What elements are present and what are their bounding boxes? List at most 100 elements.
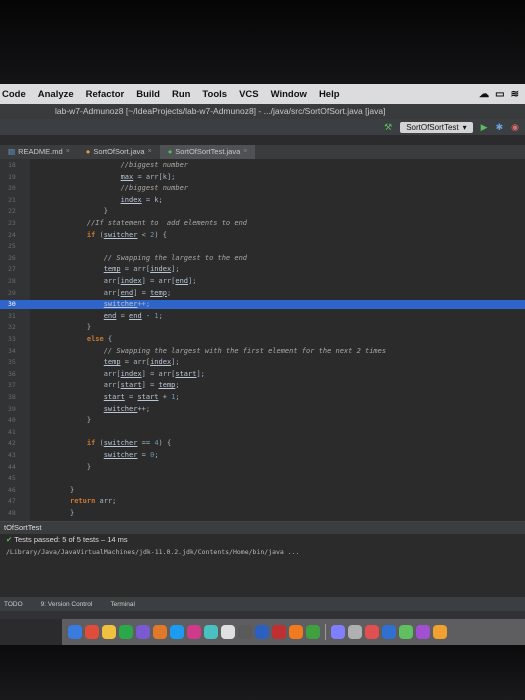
code-text: switcher = 0;: [103, 451, 159, 459]
dock-app-icon[interactable]: [170, 625, 184, 639]
close-icon[interactable]: ×: [243, 145, 247, 159]
java-class-icon: ●: [167, 147, 173, 156]
terminal-button[interactable]: Terminal: [110, 601, 135, 608]
code-line[interactable]: 25: [0, 242, 525, 251]
dock-app-icon[interactable]: [306, 625, 320, 639]
dock-app-icon[interactable]: [255, 625, 269, 639]
run-toolbar: ⚒ SortOfSortTest ▾ ▶ ✱ ◉: [0, 119, 525, 135]
hammer-icon[interactable]: ⚒: [384, 122, 392, 133]
dock-app-icon[interactable]: [365, 625, 379, 639]
dock-app-icon[interactable]: [68, 625, 82, 639]
dock-app-icon[interactable]: [238, 625, 252, 639]
dock-app-icon[interactable]: [399, 625, 413, 639]
code-line[interactable]: 35 temp = arr[index];: [0, 358, 525, 367]
status-bar-secondary: [0, 611, 525, 619]
tab-sortofsort[interactable]: ● SortOfSort.java ×: [78, 145, 160, 159]
dock-app-icon[interactable]: [416, 625, 430, 639]
code-line[interactable]: 38 start = start + 1;: [0, 393, 525, 402]
code-line[interactable]: 20 //biggest number: [0, 184, 525, 193]
line-number: 45: [8, 474, 16, 483]
code-text: }: [70, 416, 92, 425]
code-line[interactable]: 37 arr[start] = temp;: [0, 381, 525, 390]
menu-item[interactable]: Refactor: [86, 89, 125, 100]
code-line[interactable]: 33 else {: [0, 335, 525, 344]
menu-item[interactable]: Build: [136, 89, 160, 100]
dock-app-icon[interactable]: [85, 625, 99, 639]
code-line[interactable]: 40 }: [0, 416, 525, 425]
code-text: arr[start] = temp;: [70, 381, 180, 390]
menu-item[interactable]: Code: [2, 89, 26, 100]
code-line[interactable]: 47 return arr;: [0, 497, 525, 506]
menu-item[interactable]: VCS: [239, 89, 259, 100]
code-line[interactable]: 28 arr[index] = arr[end];: [0, 277, 525, 286]
menu-item[interactable]: Tools: [202, 89, 227, 100]
code-line[interactable]: 48}: [0, 509, 525, 518]
vcs-button[interactable]: 9: Version Control: [41, 601, 93, 608]
dock-app-icon[interactable]: [204, 625, 218, 639]
menu-item[interactable]: Help: [319, 89, 340, 100]
code-line[interactable]: 21 index = k;: [0, 196, 525, 205]
run-icon[interactable]: ▶: [481, 122, 488, 133]
display-icon[interactable]: ▭: [495, 89, 504, 100]
code-editor[interactable]: 18 //biggest number 19 max = arr[k]; 20 //…: [0, 159, 525, 521]
dock-app-icon[interactable]: [433, 625, 447, 639]
tab-sortofsorttest[interactable]: ● SortOfSortTest.java ×: [159, 145, 256, 159]
line-number: 48: [8, 509, 16, 517]
dock-app-icon[interactable]: [272, 625, 286, 639]
code-line[interactable]: 43 switcher = 0;: [0, 451, 525, 460]
menu-item[interactable]: Window: [271, 89, 307, 100]
code-line[interactable]: 23 //If statement to add elements to end: [0, 219, 525, 228]
line-number: 21: [8, 195, 16, 204]
code-line[interactable]: 18 //biggest number: [0, 161, 525, 170]
dock-app-icon[interactable]: [221, 625, 235, 639]
debug-icon[interactable]: ✱: [496, 122, 504, 133]
code-line[interactable]: 30 switcher++;: [0, 300, 525, 310]
code-text: arr[index] = arr[start];: [70, 369, 205, 378]
window-title: lab-w7-Admunoz8 [~/IdeaProjects/lab-w7-A…: [0, 104, 525, 119]
tab-readme[interactable]: ▤ README.md ×: [0, 145, 78, 159]
close-icon[interactable]: ×: [66, 145, 70, 159]
code-line[interactable]: 36 arr[index] = arr[start];: [0, 370, 525, 379]
dock-app-icon[interactable]: [382, 625, 396, 639]
todo-button[interactable]: TODO: [4, 601, 23, 608]
code-line[interactable]: 22 }: [0, 207, 525, 216]
code-line[interactable]: 42 if (switcher == 4) {: [0, 439, 525, 448]
line-number: 20: [8, 184, 16, 193]
close-icon[interactable]: ×: [148, 145, 152, 159]
wifi-icon[interactable]: ≋: [511, 89, 519, 100]
dock-app-icon[interactable]: [331, 625, 345, 639]
code-line[interactable]: 46}: [0, 486, 525, 495]
dock-app-icon[interactable]: [289, 625, 303, 639]
cloud-icon[interactable]: ☁: [479, 89, 489, 100]
run-panel-title[interactable]: tOfSortTest: [0, 522, 525, 534]
code-line[interactable]: 44 }: [0, 463, 525, 472]
dock-app-icon[interactable]: [136, 625, 150, 639]
code-line[interactable]: 41: [0, 428, 525, 437]
run-config-select[interactable]: SortOfSortTest ▾: [400, 121, 473, 133]
monitor-bezel-top: [0, 0, 525, 84]
java-class-icon: ●: [85, 147, 91, 156]
code-line[interactable]: 27 temp = arr[index];: [0, 265, 525, 274]
code-line[interactable]: 24 if (switcher < 2) {: [0, 231, 525, 240]
code-line[interactable]: 26 // Swapping the largest to the end: [0, 254, 525, 263]
menu-item[interactable]: Analyze: [38, 89, 74, 100]
file-icon: ▤: [8, 147, 16, 156]
line-number: 33: [8, 335, 16, 343]
code-line[interactable]: 32 }: [0, 323, 525, 332]
line-number: 28: [8, 277, 16, 285]
menu-item[interactable]: Run: [172, 89, 190, 100]
dock-app-icon[interactable]: [153, 625, 167, 639]
dock-app-icon[interactable]: [348, 625, 362, 639]
dock-app-icon[interactable]: [187, 625, 201, 639]
code-line[interactable]: 31 end = end - 1;: [0, 312, 525, 321]
code-text: }: [70, 509, 75, 517]
coverage-icon[interactable]: ◉: [511, 122, 519, 133]
code-line[interactable]: 39 switcher++;: [0, 405, 525, 414]
dock-app-icon[interactable]: [119, 625, 133, 639]
code-text: if (switcher == 4) {: [86, 439, 172, 448]
code-line[interactable]: 19 max = arr[k];: [0, 173, 525, 182]
code-line[interactable]: 34 // Swapping the largest with the firs…: [0, 347, 525, 356]
code-line[interactable]: 45: [0, 474, 525, 483]
dock-app-icon[interactable]: [102, 625, 116, 639]
code-line[interactable]: 29 arr[end] = temp;: [0, 289, 525, 298]
